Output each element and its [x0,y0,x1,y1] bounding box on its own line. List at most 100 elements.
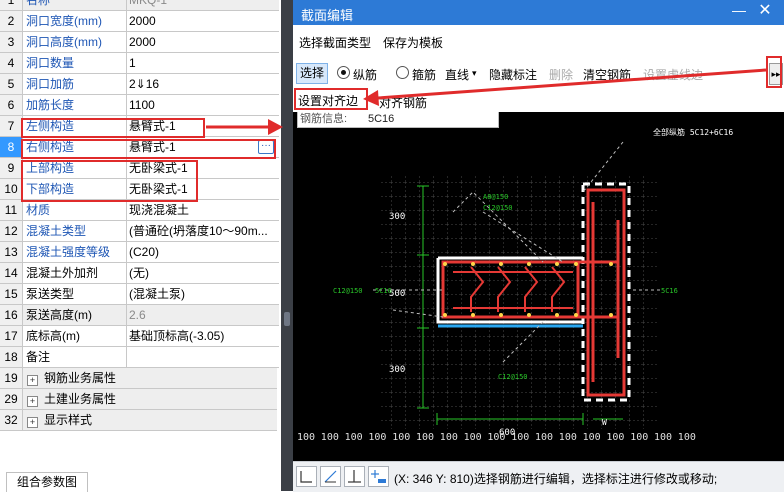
property-value[interactable]: 无卧梁式-1 [127,179,279,200]
ruler-tick-label: 100 [440,432,458,443]
property-row[interactable]: 13 混凝土强度等级 (C20) [0,242,279,263]
delete-button[interactable]: 删除 [549,66,573,83]
panel-splitter[interactable] [281,0,293,491]
perpendicular-icon[interactable] [344,466,365,487]
property-value[interactable]: 2000 [127,32,279,53]
property-row[interactable]: 16 泵送高度(m) 2.6 [0,305,279,326]
expand-plus-icon[interactable]: + [27,375,38,386]
property-row[interactable]: 4 洞口数量 1 [0,53,279,74]
property-name: 名称 [23,0,127,11]
label-c16-right: 5C16 [661,287,678,295]
ellipsis-button[interactable]: ··· [258,140,274,154]
row-number: 16 [0,305,23,326]
property-group-label[interactable]: + 土建业务属性 [23,389,277,410]
ruler-tick-label: 100 [559,432,577,443]
grid-background [381,174,657,429]
set-align-edge-button[interactable]: 设置对齐边 [296,92,361,110]
property-row[interactable]: 8 右侧构造 悬臂式-1 ··· [0,137,279,158]
property-value[interactable]: 悬臂式-1 [127,137,279,158]
property-row[interactable]: 2 洞口宽度(mm) 2000 [0,11,279,32]
property-group-row[interactable]: 19 + 钢筋业务属性 [0,368,278,389]
menu-select-section-type[interactable]: 选择截面类型 [299,34,371,51]
toolbar-overflow-button[interactable]: ▸▸ [769,63,783,85]
property-row[interactable]: 10 下部构造 无卧梁式-1 [0,179,279,200]
property-row[interactable]: 18 备注 [0,347,279,368]
radio-longitudinal[interactable] [337,66,350,79]
dim-300-bot: 300 [389,365,405,375]
property-row[interactable]: 14 混凝土外加剂 (无) [0,263,279,284]
property-name: 加筋长度 [23,95,127,116]
property-row[interactable]: 7 左侧构造 悬臂式-1 [0,116,279,137]
property-row[interactable]: 5 洞口加筋 2⇓16 [0,74,279,95]
expand-plus-icon[interactable]: + [27,417,38,428]
tab-combined-params[interactable]: 组合参数图 [6,472,88,492]
rebar-info-field[interactable]: 钢筋信息: 5C16 [297,112,499,128]
property-value[interactable]: 悬臂式-1 [127,116,279,137]
row-number: 15 [0,284,23,305]
hide-labels-button[interactable]: 隐藏标注 [489,66,537,83]
property-value[interactable]: 2.6 [127,305,279,326]
property-row[interactable]: 12 混凝土类型 (普通砼(坍落度10～90m... [0,221,279,242]
status-bar: (X: 346 Y: 810)选择钢筋进行编辑，选择标注进行修改或移动; [293,461,784,492]
property-value[interactable]: 基础顶标高(-3.05) [127,326,279,347]
orthogonal-icon[interactable] [296,466,317,487]
add-point-icon[interactable] [368,466,389,487]
minimize-button[interactable]: — [731,3,747,20]
clear-rebar-button[interactable]: 清空钢筋 [583,66,631,83]
label-c12-bot: C12@150 [498,373,528,381]
property-value[interactable]: (无) [127,263,279,284]
snap-angle-icon[interactable] [320,466,341,487]
property-name: 上部构造 [23,158,127,179]
property-row[interactable]: 11 材质 现浇混凝土 [0,200,279,221]
property-value[interactable]: 2⇓16 [127,74,279,95]
ruler-tick-label: 100 [583,432,601,443]
row-number: 12 [0,221,23,242]
property-group-row[interactable]: 29 + 土建业务属性 [0,389,278,410]
row-number: 14 [0,263,23,284]
property-group-label[interactable]: + 钢筋业务属性 [23,368,277,389]
property-value[interactable]: MKQ-1 [127,0,279,11]
property-name: 混凝土强度等级 [23,242,127,263]
property-value[interactable]: 无卧梁式-1 [127,158,279,179]
menu-save-as-template[interactable]: 保存为模板 [383,34,443,51]
property-value[interactable]: (普通砼(坍落度10～90m... [127,221,279,242]
property-group-label[interactable]: + 显示样式 [23,410,277,431]
row-number: 1 [0,0,23,11]
section-canvas[interactable]: 100 100 100 100 100 100 100 100 100 100 100 100 100 1… [293,112,784,461]
property-group-row[interactable]: 32 + 显示样式 [0,410,278,431]
property-row[interactable]: 9 上部构造 无卧梁式-1 [0,158,279,179]
property-value[interactable]: (混凝土泵) [127,284,279,305]
property-row[interactable]: 1 名称 MKQ-1 [0,0,279,11]
property-value[interactable]: (C20) [127,242,279,263]
property-name: 洞口高度(mm) [23,32,127,53]
status-text: (X: 346 Y: 810)选择钢筋进行编辑，选择标注进行修改或移动; [394,472,718,486]
property-value[interactable]: 2000 [127,11,279,32]
property-value[interactable]: 现浇混凝土 [127,200,279,221]
property-row[interactable]: 15 泵送类型 (混凝土泵) [0,284,279,305]
property-name: 右侧构造 [23,137,127,158]
property-value[interactable]: 1100 [127,95,279,116]
select-button[interactable]: 选择 [296,63,328,84]
section-drawing[interactable]: 100 100 100 100 100 100 100 100 100 100 100 100 100 1… [293,112,784,461]
row-number: 6 [0,95,23,116]
property-row[interactable]: 17 底标高(m) 基础顶标高(-3.05) [0,326,279,347]
sub-toolbar: 设置对齐边 对齐钢筋 [293,90,784,112]
property-value[interactable]: 1 [127,53,279,74]
property-name: 洞口宽度(mm) [23,11,127,32]
chevron-down-icon[interactable]: ▾ [472,68,477,79]
label-c16-left: 5C16 [375,287,392,295]
splitter-grip-handle[interactable] [284,312,290,326]
close-button[interactable]: ✕ [757,3,773,19]
set-dashed-edge-button[interactable]: 设置虚线边 [643,66,703,83]
property-value[interactable] [127,347,279,368]
group-label-text: 土建业务属性 [44,392,117,406]
property-row[interactable]: 3 洞口高度(mm) 2000 [0,32,279,53]
radio-stirrup[interactable] [396,66,409,79]
row-number: 9 [0,158,23,179]
rebar-info-value[interactable]: 5C16 [368,112,394,126]
ruler-tick-label: 100 [606,432,624,443]
property-row[interactable]: 6 加筋长度 1100 [0,95,279,116]
expand-plus-icon[interactable]: + [27,396,38,407]
line-dropdown[interactable]: 直线 [445,66,469,83]
align-rebar-button[interactable]: 对齐钢筋 [379,94,427,111]
